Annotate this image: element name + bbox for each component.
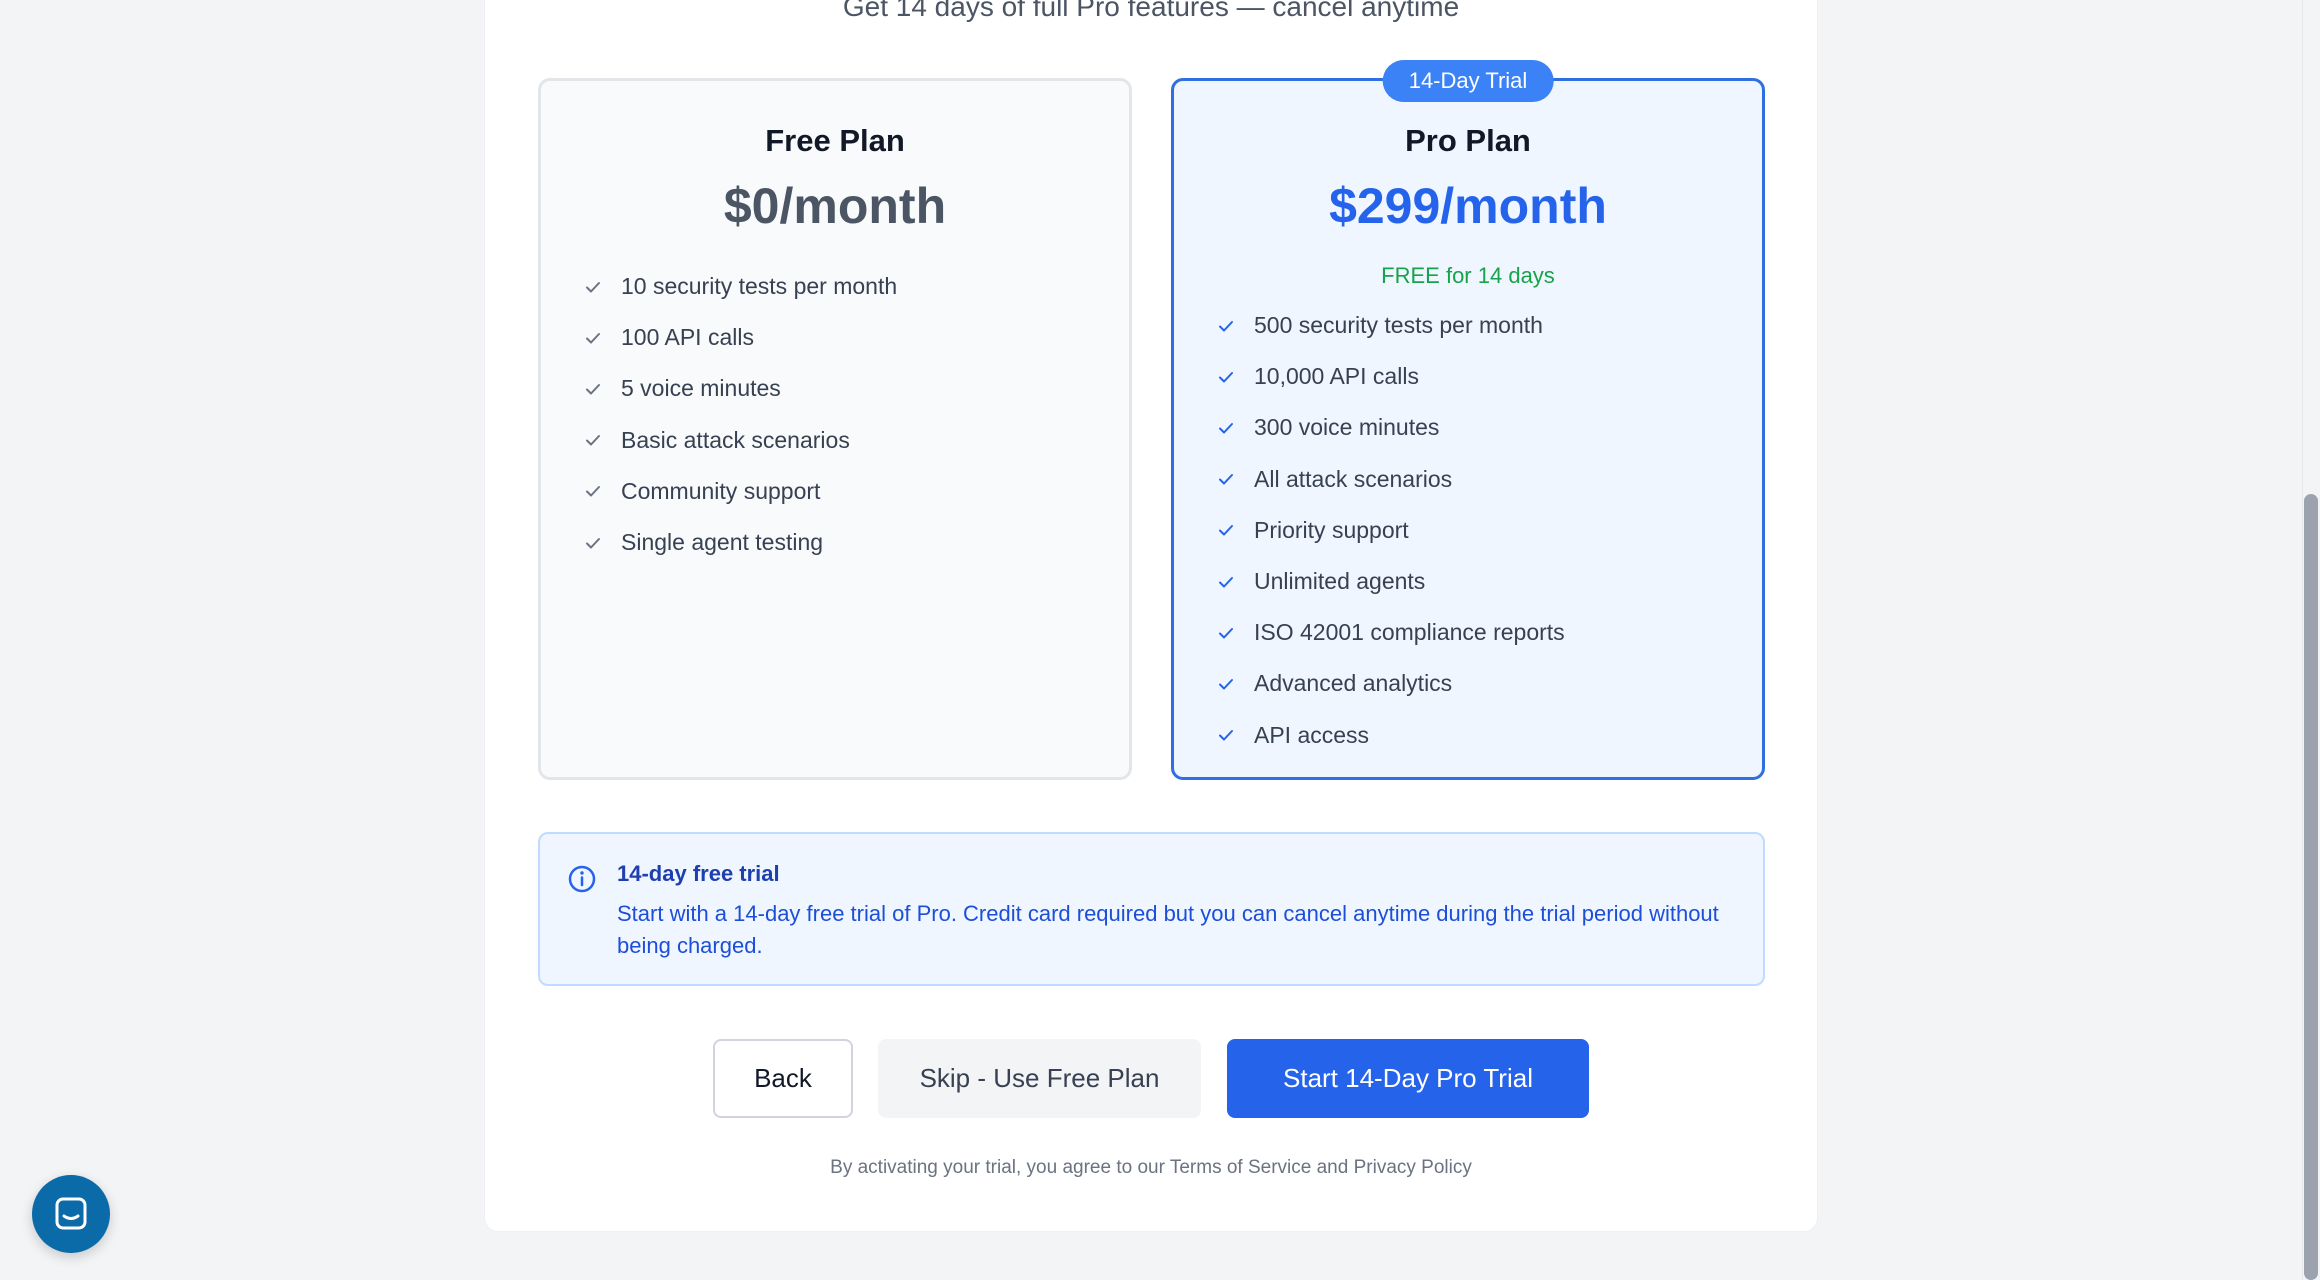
feature-label: 100 API calls: [621, 324, 754, 351]
trial-badge: 14-Day Trial: [1382, 60, 1554, 102]
feature-label: Basic attack scenarios: [621, 426, 850, 453]
feature-label: Advanced analytics: [1254, 670, 1453, 697]
check-icon: [1219, 320, 1233, 332]
feature-label: ISO 42001 compliance reports: [1254, 619, 1565, 646]
check-icon: [586, 537, 600, 549]
feature-item: API access: [1216, 710, 1565, 761]
feature-item: Priority support: [1216, 505, 1565, 556]
feature-list: 500 security tests per month 10,000 API …: [1216, 300, 1565, 761]
check-icon: [1219, 525, 1233, 536]
feature-label: API access: [1254, 721, 1370, 748]
feature-label: All attack scenarios: [1254, 465, 1453, 492]
scrollbar-thumb[interactable]: [2304, 494, 2318, 1280]
check-icon: [1219, 576, 1233, 588]
check-icon: [1219, 371, 1233, 383]
back-button[interactable]: Back: [713, 1039, 853, 1118]
info-title: 14-day free trial: [617, 861, 780, 886]
feature-item: 500 security tests per month: [1216, 300, 1565, 351]
feature-item: 10,000 API calls: [1216, 351, 1565, 402]
feature-item: Basic attack scenarios: [583, 415, 897, 466]
feature-item: 10 security tests per month: [583, 261, 897, 312]
feature-item: 5 voice minutes: [583, 363, 897, 414]
feature-list: 10 security tests per month 100 API call…: [583, 261, 897, 568]
feature-item: 100 API calls: [583, 312, 897, 363]
legal-notice: By activating your trial, you agree to o…: [830, 1157, 1472, 1178]
feature-label: 300 voice minutes: [1254, 414, 1440, 441]
plan-price: $299/month: [1329, 178, 1607, 234]
feature-label: Priority support: [1254, 516, 1409, 543]
check-icon: [586, 486, 600, 497]
feature-item: ISO 42001 compliance reports: [1216, 607, 1565, 658]
feature-label: 10,000 API calls: [1254, 363, 1419, 390]
start-pro-trial-button[interactable]: Start 14-Day Pro Trial: [1227, 1039, 1589, 1118]
check-icon: [1219, 627, 1233, 639]
feature-item: Single agent testing: [583, 517, 897, 568]
feature-label: Single agent testing: [621, 529, 824, 556]
feature-item: 300 voice minutes: [1216, 402, 1565, 453]
plan-name: Pro Plan: [1405, 123, 1531, 158]
free-plan-card[interactable]: Free Plan $0/month 10 security tests per…: [538, 78, 1132, 780]
skip-free-plan-button[interactable]: Skip - Use Free Plan: [878, 1039, 1201, 1118]
trial-info-box: 14-day free trial Start with a 14-day fr…: [538, 832, 1765, 986]
feature-label: 500 security tests per month: [1254, 312, 1543, 339]
scrollbar-track[interactable]: [2302, 0, 2320, 1280]
plan-price: $0/month: [723, 178, 947, 234]
feature-label: Unlimited agents: [1254, 568, 1426, 595]
feature-item: Advanced analytics: [1216, 658, 1565, 709]
info-icon: [568, 865, 596, 893]
check-icon: [586, 332, 600, 344]
info-text: Start with a 14-day free trial of Pro. C…: [617, 901, 1719, 958]
check-icon: [1219, 730, 1233, 741]
plan-name: Free Plan: [765, 123, 905, 158]
check-icon: [1219, 474, 1233, 485]
check-icon: [586, 281, 600, 293]
feature-item: Unlimited agents: [1216, 556, 1565, 607]
chat-icon: [55, 1197, 87, 1230]
page-subtitle: Get 14 days of full Pro features — cance…: [842, 0, 1460, 22]
check-icon: [586, 435, 600, 446]
feature-item: All attack scenarios: [1216, 454, 1565, 505]
plan-promo: FREE for 14 days: [1381, 263, 1555, 288]
pro-plan-card[interactable]: 14-Day Trial Pro Plan $299/month FREE fo…: [1171, 60, 1765, 780]
feature-label: 5 voice minutes: [621, 375, 781, 402]
feature-label: 10 security tests per month: [621, 273, 898, 300]
feature-item: Community support: [583, 466, 897, 517]
page: Get 14 days of full Pro features — cance…: [0, 0, 2320, 1280]
chat-launcher-button[interactable]: [32, 1175, 110, 1253]
check-icon: [1219, 422, 1233, 434]
check-icon: [1219, 678, 1233, 690]
feature-label: Community support: [621, 477, 821, 504]
check-icon: [586, 383, 600, 395]
plan-selection-card: Get 14 days of full Pro features — cance…: [484, 0, 1818, 1232]
